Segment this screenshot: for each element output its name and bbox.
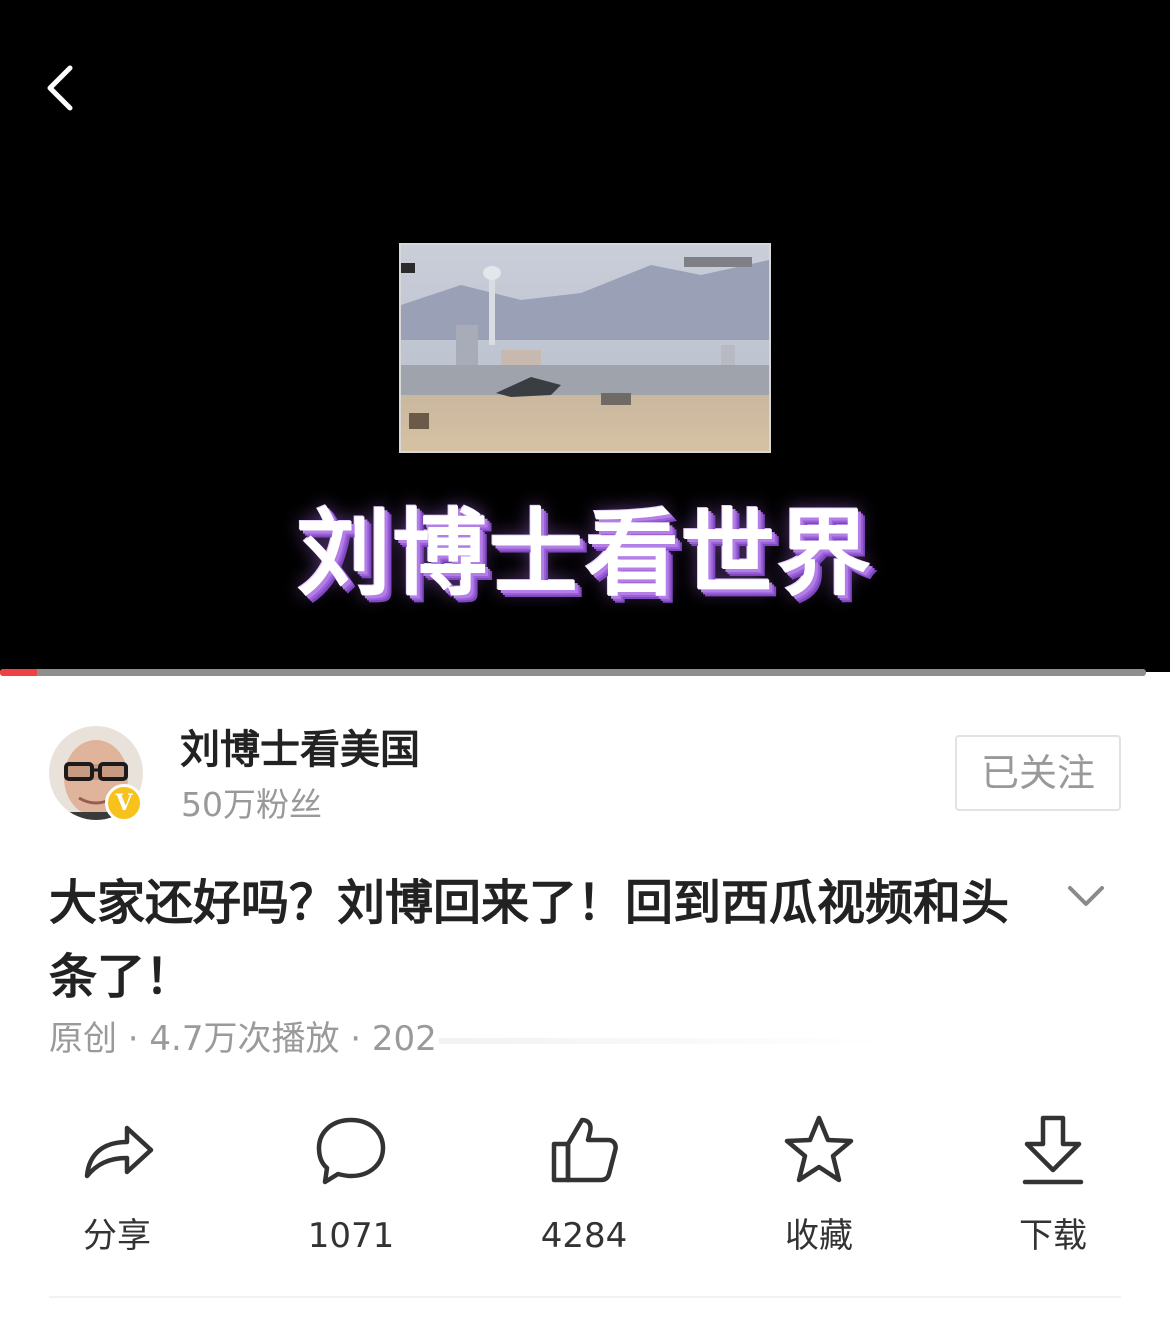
- action-bar: 分享 1071 4284 收藏 下载: [0, 1110, 1170, 1270]
- video-player[interactable]: 刘博士看世界: [0, 0, 1170, 676]
- like-button[interactable]: 4284: [504, 1110, 664, 1270]
- fan-count: 50万粉丝: [181, 785, 322, 824]
- back-button[interactable]: [34, 58, 94, 118]
- follow-button[interactable]: 已关注: [955, 735, 1121, 811]
- verified-badge-icon: V: [105, 784, 143, 822]
- share-button[interactable]: 分享: [37, 1110, 197, 1270]
- chevron-down-icon: [1068, 886, 1104, 906]
- favorite-label: 收藏: [785, 1216, 853, 1256]
- chevron-left-icon: [47, 65, 73, 111]
- comment-icon: [316, 1117, 386, 1185]
- video-meta-text: 原创 · 4.7万次播放 · 202: [49, 1019, 437, 1059]
- download-icon: [1022, 1115, 1084, 1185]
- star-icon: [784, 1115, 854, 1183]
- progress-bar-fill: [0, 669, 37, 676]
- expand-button[interactable]: [1064, 874, 1108, 918]
- video-meta: 原创 · 4.7万次播放 · 202: [49, 1016, 889, 1062]
- favorite-button[interactable]: 收藏: [739, 1110, 899, 1270]
- video-overlay-title: 刘博士看世界: [296, 500, 873, 609]
- divider: [49, 1296, 1121, 1298]
- comment-button[interactable]: 1071: [271, 1110, 431, 1270]
- download-button[interactable]: 下载: [973, 1110, 1133, 1270]
- like-count: 4284: [540, 1216, 628, 1256]
- video-title: 大家还好吗？刘博回来了！回到西瓜视频和头条了！: [49, 875, 1010, 1005]
- like-icon: [551, 1117, 618, 1183]
- share-icon: [84, 1125, 154, 1179]
- share-label: 分享: [83, 1216, 151, 1256]
- download-label: 下载: [1019, 1216, 1087, 1256]
- comment-count: 1071: [307, 1216, 395, 1256]
- author-name[interactable]: 刘博士看美国: [180, 724, 420, 776]
- progress-bar[interactable]: [0, 669, 1146, 676]
- meta-fade: [438, 1037, 889, 1044]
- video-frame-thumbnail: [399, 243, 771, 453]
